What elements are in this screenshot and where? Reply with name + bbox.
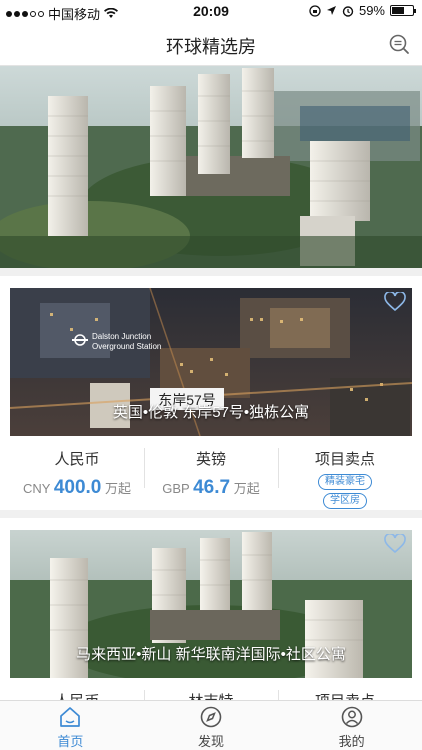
listing-card[interactable]: Dalston Junction Overground Station 东岸57…	[0, 276, 422, 510]
favorite-heart-icon[interactable]	[384, 534, 406, 554]
price-cny-value: CNY 400.0 万起	[22, 477, 132, 498]
station-sign-label: Dalston Junction Overground Station	[92, 332, 162, 351]
battery-icon	[390, 5, 416, 16]
tab-home[interactable]: 首页	[0, 701, 141, 750]
nav-bar: 环球精选房	[0, 22, 422, 66]
search-icon[interactable]	[388, 33, 410, 55]
hero-banner-image[interactable]	[0, 66, 422, 268]
user-icon	[341, 706, 362, 728]
page-title: 环球精选房	[166, 37, 256, 57]
app-screen: 中国移动 20:09 59% 环球精选房 Dalston Junction Ov…	[0, 0, 422, 750]
tag-school-district: 学区房	[323, 493, 367, 509]
price-gbp-value: GBP 46.7 万起	[162, 477, 260, 498]
listing-image[interactable]: Dalston Junction Overground Station 东岸57…	[10, 288, 412, 436]
listing-card[interactable]: 马来西亚•新山 新华联南洋国际•社区公寓 人民币 林吉特 项目卖点	[0, 518, 422, 708]
selling-points: 项目卖点 精装豪宅 学区房	[278, 436, 412, 509]
favorite-heart-icon[interactable]	[384, 292, 406, 312]
price-info-row: 人民币 CNY 400.0 万起 英镑 GBP 46.7 万起 项目卖点 精装豪…	[10, 436, 412, 509]
tab-profile[interactable]: 我的	[281, 701, 422, 750]
tab-profile-label: 我的	[338, 734, 365, 749]
price-cny-label: 人民币	[54, 451, 100, 468]
price-cny: 人民币 CNY 400.0 万起	[10, 436, 144, 500]
selling-point-tags: 精装豪宅 学区房	[278, 474, 412, 509]
alarm-icon	[342, 5, 354, 17]
orientation-lock-icon	[309, 4, 321, 17]
status-bar: 中国移动 20:09 59%	[0, 0, 422, 22]
compass-icon	[200, 706, 222, 728]
listing-caption: 英国•伦敦 东岸57号•独栋公寓	[112, 404, 310, 421]
tab-discover[interactable]: 发现	[141, 701, 282, 750]
tab-discover-label: 发现	[198, 734, 225, 749]
listing-caption: 马来西亚•新山 新华联南洋国际•社区公寓	[76, 646, 346, 663]
status-right: 59%	[309, 3, 416, 18]
price-gbp-label: 英镑	[195, 451, 226, 468]
tag-luxury: 精装豪宅	[318, 474, 372, 490]
battery-percent: 59%	[358, 3, 385, 18]
tab-home-label: 首页	[57, 734, 84, 749]
selling-points-label: 项目卖点	[314, 451, 375, 468]
home-icon	[60, 707, 81, 727]
location-icon	[326, 6, 336, 15]
listing-image[interactable]: 马来西亚•新山 新华联南洋国际•社区公寓	[10, 530, 412, 678]
price-gbp: 英镑 GBP 46.7 万起	[144, 436, 278, 500]
bottom-tab-bar: 首页 发现 我的	[0, 700, 422, 750]
